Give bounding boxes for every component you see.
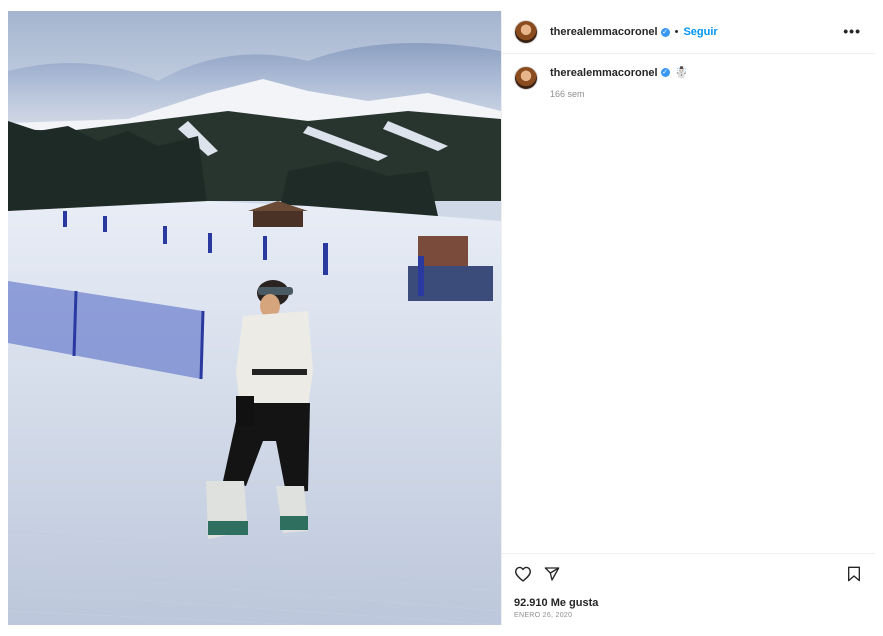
caption: therealemmacoronel ✓ ☃️ 166 sem <box>514 66 688 99</box>
heart-icon <box>515 566 531 582</box>
ski-slope-image <box>8 11 501 625</box>
instagram-post: therealemmacoronel ✓ • Seguir ••• therea… <box>0 0 883 636</box>
post-date: ENERO 26, 2020 <box>514 612 573 619</box>
bookmark-icon <box>848 566 860 582</box>
header-username[interactable]: therealemmacoronel <box>550 26 658 38</box>
more-options-button[interactable]: ••• <box>843 23 861 39</box>
caption-body: therealemmacoronel ✓ ☃️ 166 sem <box>550 66 689 100</box>
snowman-emoji: ☃️ <box>674 67 689 79</box>
post-header: therealemmacoronel ✓ • Seguir ••• <box>502 11 875 54</box>
verified-icon: ✓ <box>660 68 670 77</box>
post-photo[interactable] <box>8 11 501 625</box>
share-button[interactable] <box>544 566 560 582</box>
caption-avatar[interactable] <box>514 66 538 90</box>
caption-line: therealemmacoronel ✓ ☃️ <box>550 66 689 80</box>
save-button[interactable] <box>847 566 861 582</box>
caption-username[interactable]: therealemmacoronel <box>550 67 658 79</box>
likes-count[interactable]: 92.910 Me gusta <box>514 597 598 609</box>
avatar[interactable] <box>514 20 538 44</box>
post-actions: 92.910 Me gusta ENERO 26, 2020 <box>502 553 875 625</box>
like-button[interactable] <box>514 566 532 582</box>
send-icon <box>544 567 560 581</box>
separator-dot: • <box>674 26 679 38</box>
caption-time[interactable]: 166 sem <box>550 89 688 99</box>
post-side-panel: therealemmacoronel ✓ • Seguir ••• therea… <box>501 11 875 625</box>
follow-button[interactable]: Seguir <box>683 26 717 38</box>
verified-icon: ✓ <box>660 27 670 37</box>
